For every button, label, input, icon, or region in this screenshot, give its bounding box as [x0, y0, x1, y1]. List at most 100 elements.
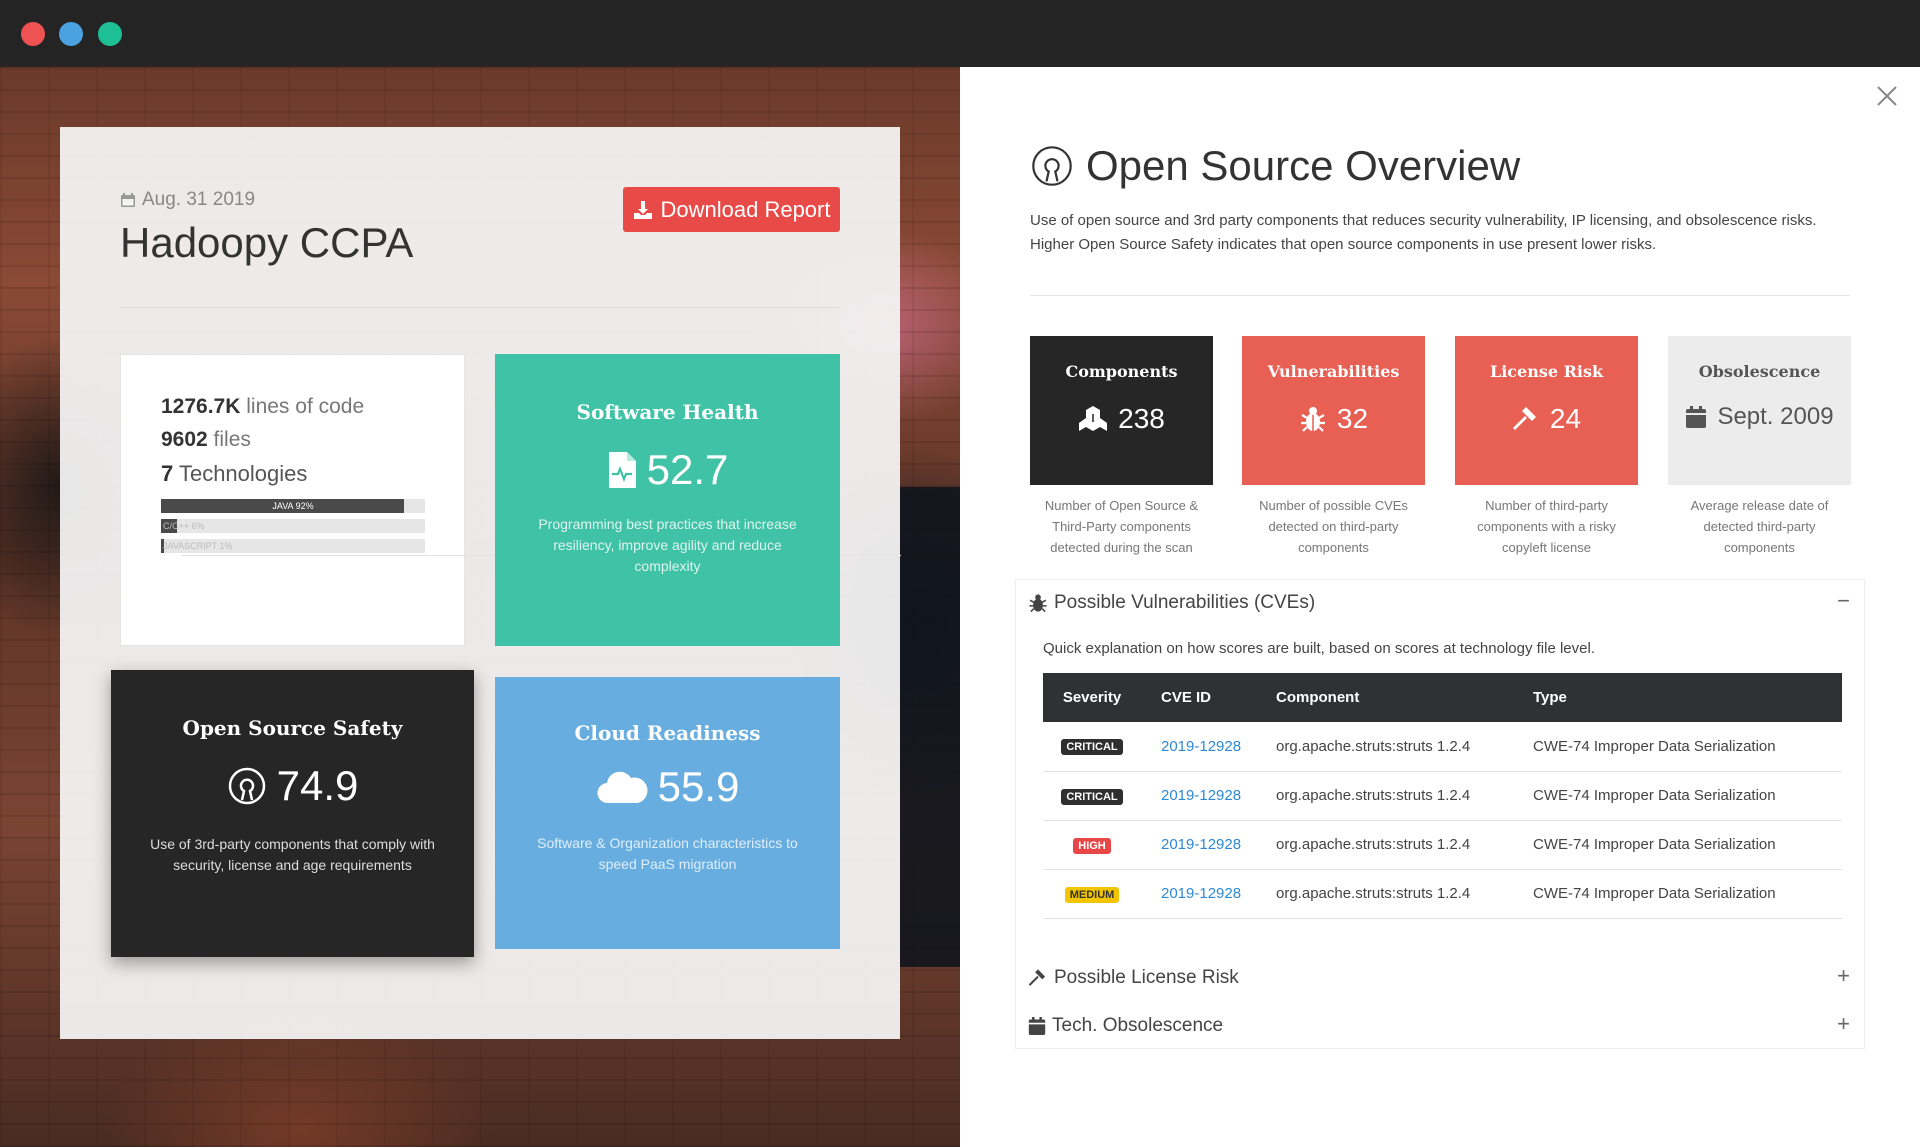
file-health-icon [608, 452, 636, 488]
obsolescence-section-header[interactable]: Tech. Obsolescence [1028, 1015, 1223, 1037]
severity-cell: CRITICAL [1043, 722, 1141, 771]
window-close-button[interactable] [21, 22, 45, 46]
calendar-icon [1686, 406, 1707, 428]
report-divider [120, 307, 840, 308]
tech-bar-label: C/C++ 6% [163, 521, 205, 531]
column-header-type[interactable]: Type [1513, 673, 1842, 722]
download-report-label: Download Report [660, 196, 831, 222]
lines-of-code-label: lines of code [240, 395, 365, 418]
software-health-value: 52.7 [646, 446, 729, 493]
component-cell: org.apache.struts:struts 1.2.4 [1276, 787, 1471, 804]
software-health-score: 52.7 [495, 446, 840, 494]
table-row[interactable]: MEDIUM 2019-12928 org.apache.struts:stru… [1043, 869, 1842, 918]
open-source-safety-title: Open Source Safety [182, 716, 403, 740]
expand-toggle-button[interactable]: + [1837, 1011, 1850, 1037]
open-source-safety-desc: Use of 3rd-party components that comply … [150, 836, 435, 873]
calendar-icon [1028, 1017, 1046, 1035]
cloud-readiness-score: 55.9 [495, 763, 840, 811]
obsolescence-section-title: Tech. Obsolescence [1052, 1015, 1224, 1036]
window-titlebar [0, 0, 1920, 67]
window-maximize-button[interactable] [98, 22, 122, 46]
panel-title-text: Open Source Overview [1086, 142, 1521, 189]
obsolescence-card[interactable]: Obsolescence Sept. 2009 [1668, 336, 1851, 485]
table-row[interactable]: CRITICAL 2019-12928 org.apache.struts:st… [1043, 722, 1842, 771]
expand-toggle-button[interactable]: + [1837, 963, 1850, 989]
tech-bar-label: JAVA 92% [272, 501, 314, 511]
component-cell: org.apache.struts:struts 1.2.4 [1276, 836, 1471, 853]
cve-link[interactable]: 2019-12928 [1141, 869, 1256, 918]
tech-bar-label: JAVASCRIPT 1% [163, 541, 233, 551]
column-header-component[interactable]: Component [1256, 673, 1513, 722]
software-health-tile[interactable]: Software Health 52.7 Programming best pr… [495, 354, 840, 646]
open-source-icon [228, 767, 265, 805]
components-title: Components [1065, 362, 1178, 381]
report-date: Aug. 31 2019 [120, 189, 255, 211]
obsolescence-value: Sept. 2009 [1717, 403, 1834, 430]
license-risk-card[interactable]: License Risk 24 [1455, 336, 1638, 485]
obsolescence-title: Obsolescence [1698, 362, 1821, 381]
severity-badge: CRITICAL [1061, 739, 1123, 756]
table-header-row: Severity CVE ID Component Type [1043, 673, 1842, 722]
vulnerabilities-subtitle: Quick explanation on how scores are buil… [1043, 640, 1595, 657]
obsolescence-metric: Sept. 2009 [1668, 403, 1851, 431]
lines-of-code: 1276.7K lines of code [161, 395, 424, 419]
severity-badge: CRITICAL [1061, 788, 1123, 805]
tech-bar: JAVASCRIPT 1% [161, 539, 425, 553]
open-source-safety-tile[interactable]: Open Source Safety 74.9 Use of 3rd-party… [111, 670, 474, 957]
code-stats-card: 1276.7K lines of code 9602 files 7 Techn… [120, 354, 901, 646]
vulnerabilities-title: Vulnerabilities [1267, 362, 1400, 381]
severity-badge: MEDIUM [1064, 886, 1120, 903]
type-cell: CWE-74 Improper Data Serialization [1533, 885, 1776, 902]
license-risk-title: License Risk [1489, 362, 1604, 381]
software-health-desc: Programming best practices that increase… [538, 516, 797, 574]
lines-of-code-value: 1276.7K [161, 395, 241, 418]
cloud-icon [597, 771, 648, 804]
license-risk-desc: Number of third-party components with a … [1477, 498, 1616, 555]
license-risk-value: 24 [1549, 403, 1582, 434]
files-value: 9602 [161, 428, 208, 451]
table-row[interactable]: HIGH 2019-12928 org.apache.struts:struts… [1043, 820, 1842, 869]
cloud-readiness-tile[interactable]: Cloud Readiness 55.9 Software & Organiza… [495, 677, 840, 949]
open-source-safety-value: 74.9 [276, 762, 359, 809]
severity-cell: HIGH [1043, 820, 1141, 869]
close-icon[interactable] [1876, 85, 1898, 107]
components-value: 238 [1118, 403, 1165, 434]
download-report-button[interactable]: Download Report [623, 187, 840, 232]
report-date-text: Aug. 31 2019 [142, 189, 256, 210]
window-minimize-button[interactable] [59, 22, 83, 46]
panel-description-line: Higher Open Source Safety indicates that… [1030, 236, 1657, 253]
open-source-safety-score: 74.9 [111, 762, 474, 810]
license-risk-section-title: Possible License Risk [1054, 967, 1239, 988]
components-metric: 238 [1030, 403, 1213, 435]
vulnerabilities-value: 32 [1336, 403, 1369, 434]
license-risk-metric: 24 [1455, 403, 1638, 435]
collapse-toggle-button[interactable]: − [1837, 588, 1850, 614]
type-cell: CWE-74 Improper Data Serialization [1533, 737, 1776, 755]
column-header-cve-id[interactable]: CVE ID [1141, 673, 1256, 722]
vulnerabilities-card[interactable]: Vulnerabilities 32 [1242, 336, 1425, 485]
component-cell: org.apache.struts:struts 1.2.4 [1276, 885, 1471, 902]
cloud-readiness-title: Cloud Readiness [574, 721, 761, 745]
cve-link[interactable]: 2019-12928 [1141, 722, 1256, 771]
license-risk-section-header[interactable]: Possible License Risk [1028, 967, 1239, 989]
gavel-icon [1028, 969, 1046, 986]
open-source-overview-panel: Open Source Overview Use of open source … [960, 67, 1920, 1147]
cubes-icon [1079, 406, 1108, 431]
column-header-severity[interactable]: Severity [1043, 673, 1141, 722]
download-icon [633, 200, 652, 219]
cloud-readiness-value: 55.9 [657, 763, 740, 810]
technologies-label: Technologies [173, 461, 308, 486]
bug-icon [1029, 594, 1047, 613]
background-monitor [900, 487, 960, 967]
tech-bar: C/C++ 6% [161, 519, 425, 533]
report-title: Hadoopy CCPA [120, 219, 414, 266]
table-row[interactable]: CRITICAL 2019-12928 org.apache.struts:st… [1043, 771, 1842, 820]
vulnerabilities-section-header[interactable]: Possible Vulnerabilities (CVEs) [1028, 592, 1315, 614]
cve-link[interactable]: 2019-12928 [1141, 771, 1256, 820]
components-card[interactable]: Components 238 [1030, 336, 1213, 485]
panel-description-line: Use of open source and 3rd party compone… [1030, 212, 1817, 229]
cve-link[interactable]: 2019-12928 [1141, 820, 1256, 869]
components-desc: Number of Open Source & Third-Party comp… [1044, 498, 1199, 555]
vulnerabilities-desc: Number of possible CVEs detected on thir… [1259, 498, 1408, 555]
panel-divider [1030, 295, 1850, 296]
